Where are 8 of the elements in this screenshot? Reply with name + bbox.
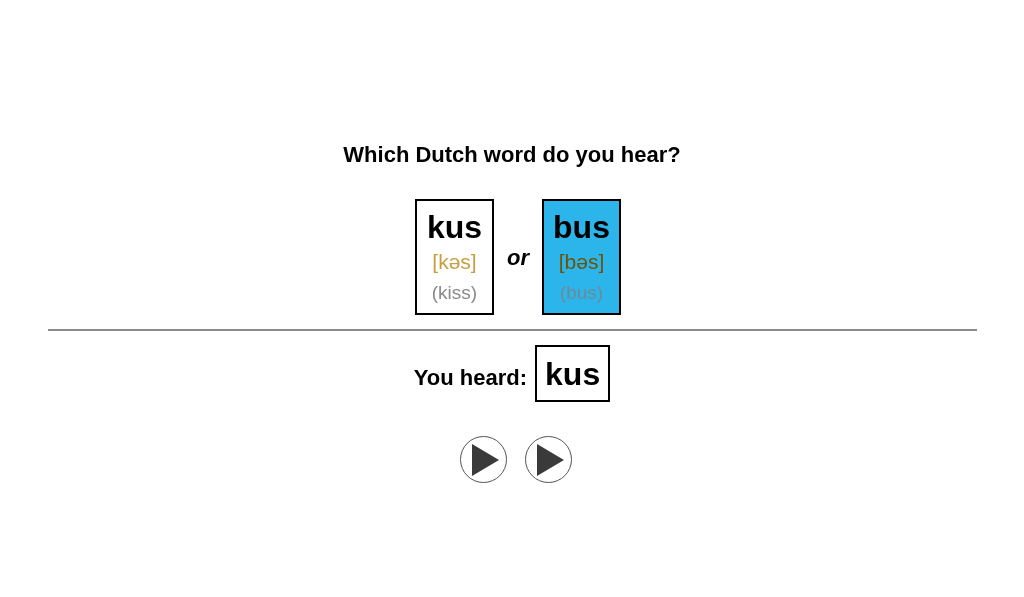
word-card[interactable]: bus [bəs] (bus): [542, 199, 621, 315]
play-button[interactable]: [460, 436, 507, 483]
separator-text: or: [507, 243, 529, 272]
word-card[interactable]: kus [kəs] (kiss): [415, 199, 494, 315]
heard-word: kus: [535, 345, 611, 402]
question-text: Which Dutch word do you hear?: [343, 141, 681, 169]
result-label: You heard:: [413, 364, 528, 392]
play-button[interactable]: [525, 436, 572, 483]
